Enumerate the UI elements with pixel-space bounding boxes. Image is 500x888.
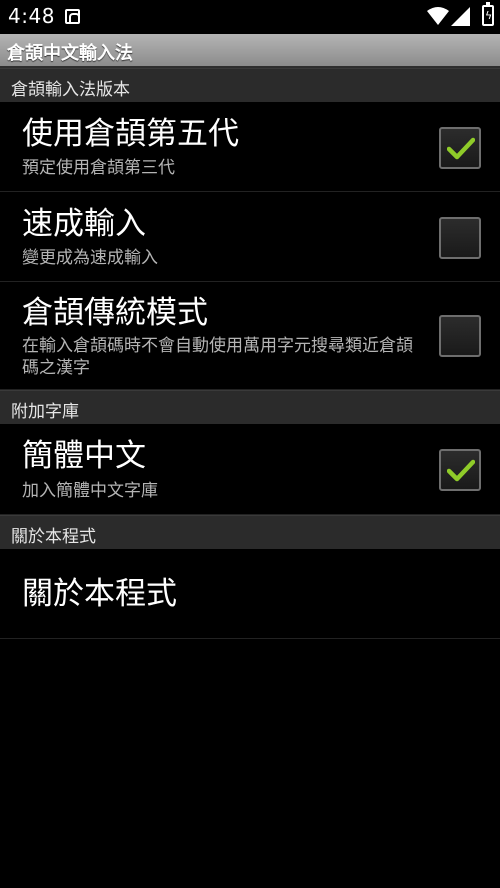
wifi-icon (427, 7, 449, 25)
pref-cangjie5[interactable]: 使用倉頡第五代 預定使用倉頡第三代 (0, 102, 500, 192)
signal-icon (451, 7, 470, 26)
pref-summary: 預定使用倉頡第三代 (22, 158, 175, 178)
pref-title: 速成輸入 (22, 206, 146, 242)
pref-title: 簡體中文 (22, 438, 146, 474)
pref-title: 使用倉頡第五代 (22, 116, 239, 152)
pref-about[interactable]: 關於本程式 (0, 549, 500, 639)
pref-summary: 加入簡體中文字庫 (22, 481, 158, 501)
status-time: 4:48 (8, 4, 55, 28)
app-title: 倉頡中文輸入法 (7, 43, 133, 64)
section-header-dictionary: 附加字庫 (0, 390, 500, 424)
pref-simplified[interactable]: 簡體中文 加入簡體中文字庫 (0, 424, 500, 515)
pref-summary: 變更成為速成輸入 (22, 248, 158, 268)
pref-traditional[interactable]: 倉頡傳統模式 在輸入倉頡碼時不會自動使用萬用字元搜尋類近倉頡碼之漢字 (0, 282, 500, 390)
section-header-about: 關於本程式 (0, 515, 500, 549)
traditional-checkbox[interactable] (439, 315, 481, 357)
section-header-version: 倉頡輸入法版本 (0, 68, 500, 102)
pref-title: 關於本程式 (22, 576, 177, 612)
status-bar: 4:48 ϟ (0, 0, 500, 34)
notification-icon (65, 9, 80, 24)
pref-quick[interactable]: 速成輸入 變更成為速成輸入 (0, 192, 500, 282)
battery-icon: ϟ (482, 2, 494, 26)
section-header-label: 倉頡輸入法版本 (11, 80, 130, 100)
cangjie5-checkbox[interactable] (439, 127, 481, 169)
quick-checkbox[interactable] (439, 217, 481, 259)
simplified-checkbox[interactable] (439, 449, 481, 491)
pref-title: 倉頡傳統模式 (22, 295, 208, 331)
checkmark-icon (447, 459, 475, 482)
section-header-label: 附加字庫 (11, 402, 79, 422)
title-bar: 倉頡中文輸入法 (0, 34, 500, 68)
pref-summary: 在輸入倉頡碼時不會自動使用萬用字元搜尋類近倉頡碼之漢字 (22, 336, 413, 378)
checkmark-icon (447, 137, 475, 160)
section-header-label: 關於本程式 (11, 527, 96, 547)
